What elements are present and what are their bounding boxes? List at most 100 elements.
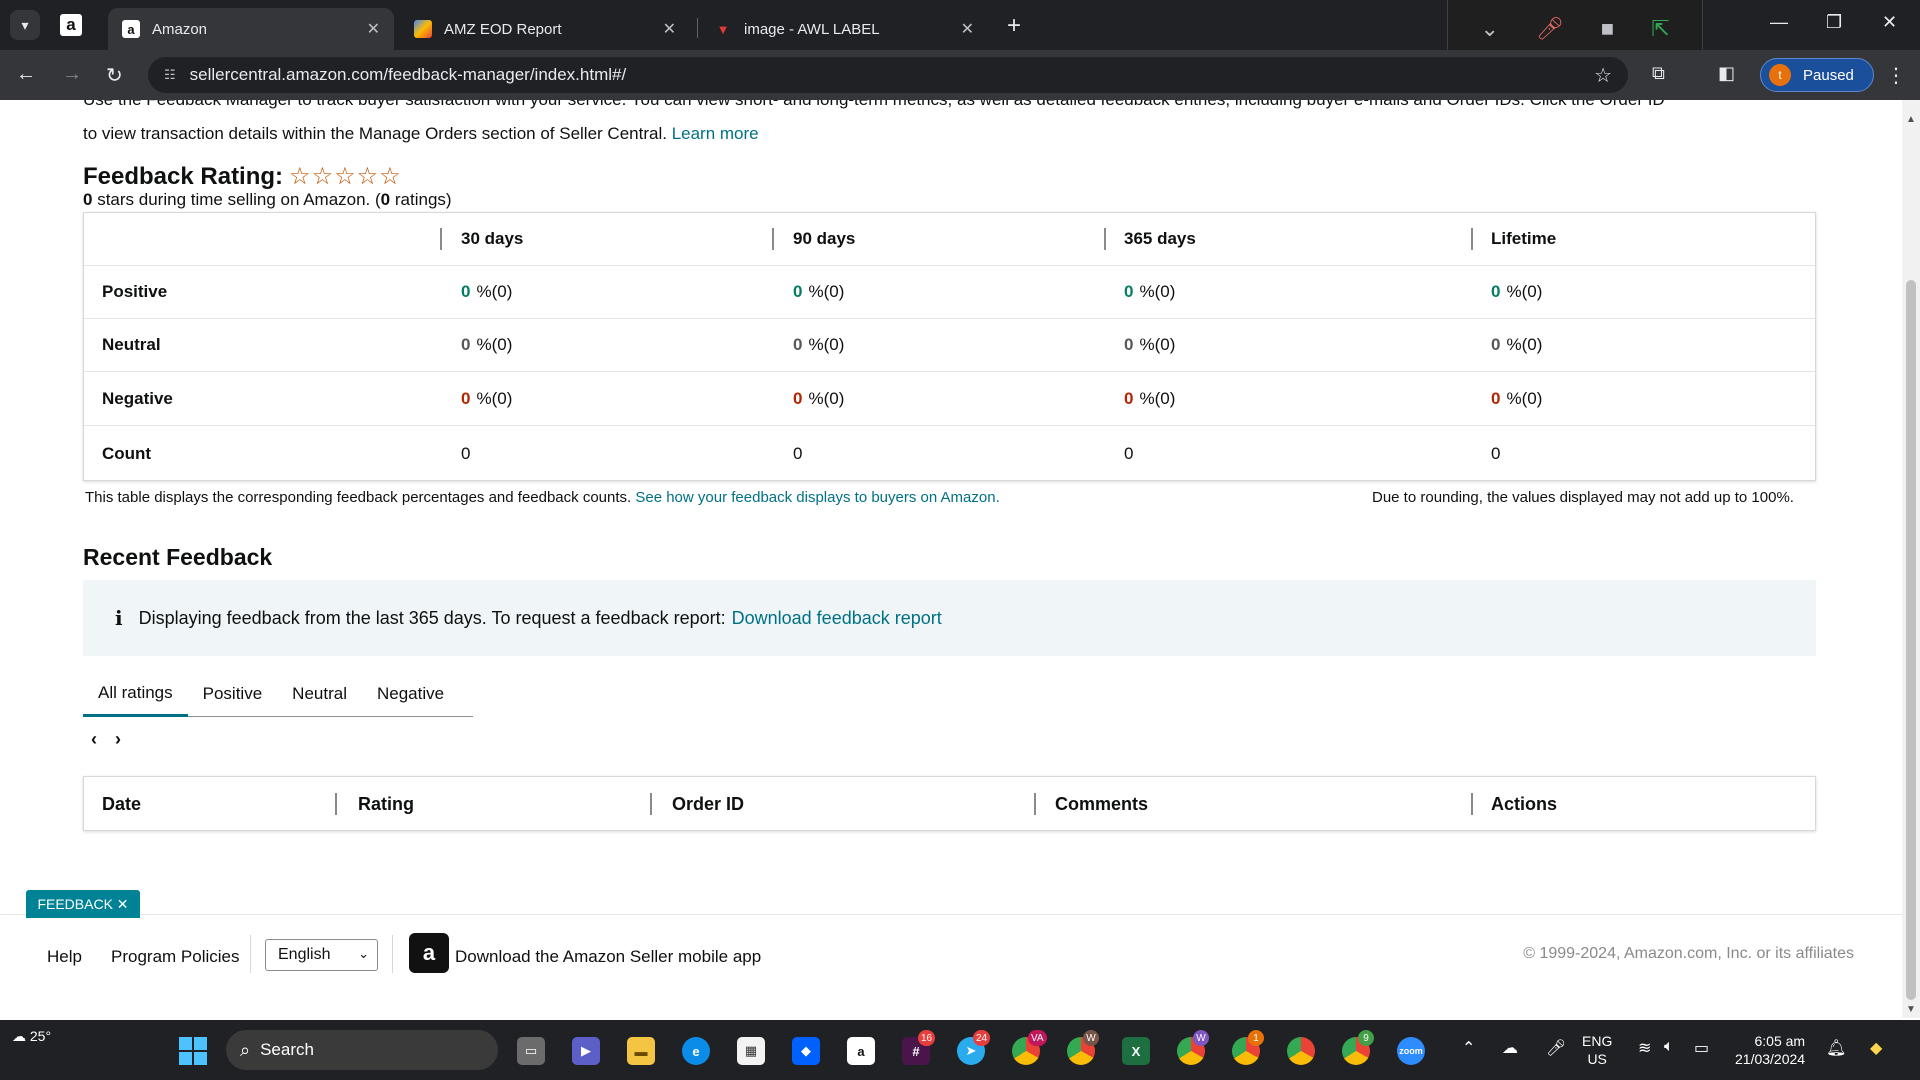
address-bar[interactable]: ☷ sellercentral.amazon.com/feedback-mana… <box>148 57 1628 93</box>
tab-separator <box>697 18 698 38</box>
intro-cut-line: Use the Feedback Manager to track buyer … <box>83 100 1665 111</box>
page-footer: Help Program Policies English ⌄ a Downlo… <box>0 914 1902 1018</box>
feedback-display-link[interactable]: See how your feedback displays to buyers… <box>635 489 999 506</box>
excel-icon[interactable]: X <box>1122 1037 1150 1065</box>
windows-taskbar: ☁ 25° ⌕ Search ▭ ▶ ▬ e ▦ ◆ a # 16 ➤ 24 V… <box>0 1020 1920 1080</box>
tab-amz-eod-report[interactable]: AMZ EOD Report ✕ <box>400 8 690 50</box>
positive-lifetime: 0 %(0) <box>1491 266 1542 318</box>
scroll-up-icon[interactable]: ▲ <box>1906 114 1916 125</box>
open-external-icon[interactable]: ⇱ <box>1651 16 1669 42</box>
taskbar-search-label: Search <box>260 1040 314 1059</box>
weather-widget[interactable]: ☁ 25° <box>12 1028 51 1045</box>
tab-awl-label[interactable]: ▼ image - AWL LABEL ✕ <box>700 8 988 50</box>
percent-value: 0 <box>1491 389 1501 408</box>
pinned-amazon-tab[interactable]: a <box>60 14 82 36</box>
weather-temp: 25° <box>29 1028 52 1044</box>
mic-muted-icon[interactable]: 🎤︎ <box>1536 16 1564 42</box>
teams-icon[interactable]: ▶ <box>572 1037 600 1065</box>
input-language[interactable]: ENG US <box>1582 1032 1612 1068</box>
column-rating[interactable]: Rating <box>358 777 414 832</box>
dropbox-icon[interactable]: ◆ <box>792 1037 820 1065</box>
negative-365-days: 0 %(0) <box>1124 373 1175 425</box>
task-view-icon[interactable]: ▭ <box>517 1037 545 1065</box>
site-info-icon[interactable]: ☷ <box>164 67 176 83</box>
page-scrollbar[interactable]: ▲ ▼ <box>1902 100 1920 1018</box>
zoom-icon[interactable]: zoom <box>1397 1037 1425 1065</box>
notification-bell-icon[interactable]: 🔔︎ <box>1826 1038 1846 1058</box>
feedback-button[interactable]: FEEDBACK ✕ <box>26 890 140 918</box>
amazon-app-icon[interactable]: a <box>847 1037 875 1065</box>
scrollbar-thumb[interactable] <box>1906 280 1916 1000</box>
gmail-favicon-icon: ▼ <box>716 21 730 37</box>
chevron-right-icon[interactable]: › <box>115 729 121 749</box>
copilot-icon[interactable]: ◆ <box>1870 1038 1882 1058</box>
language-select[interactable]: English ⌄ <box>265 939 378 971</box>
column-comments[interactable]: Comments <box>1055 777 1148 832</box>
close-icon[interactable]: ✕ <box>367 19 380 39</box>
pagination: ‹ › <box>91 729 139 750</box>
close-window-button[interactable]: ✕ <box>1882 12 1897 33</box>
bookmark-star-icon[interactable]: ☆ <box>1594 63 1612 88</box>
row-label-positive: Positive <box>102 282 168 301</box>
browser-menu-icon[interactable]: ⋮ <box>1886 63 1906 88</box>
language-value: English <box>278 946 331 963</box>
percent-count: %(0) <box>1139 282 1176 301</box>
cloud-sync-icon[interactable]: ☁ <box>1502 1038 1518 1058</box>
camera-icon[interactable]: ■ <box>1601 16 1614 42</box>
column-order-id[interactable]: Order ID <box>672 777 744 832</box>
percent-count: %(0) <box>1506 335 1543 354</box>
help-link[interactable]: Help <box>47 947 82 967</box>
system-clock[interactable]: 6:05 am 21/03/2024 <box>1735 1032 1805 1068</box>
download-feedback-report-link[interactable]: Download feedback report <box>732 608 942 629</box>
table-note-text: This table displays the corresponding fe… <box>85 489 632 506</box>
tab-neutral[interactable]: Neutral <box>277 671 362 717</box>
ratings-suffix: ratings) <box>394 190 452 209</box>
minimize-button[interactable]: — <box>1770 12 1788 33</box>
column-date[interactable]: Date <box>102 777 141 832</box>
percent-value: 0 <box>1491 282 1501 301</box>
download-app-link[interactable]: Download the Amazon Seller mobile app <box>455 947 761 967</box>
microphone-icon[interactable]: 🎤︎ <box>1546 1038 1566 1058</box>
wifi-icon[interactable]: ≋ <box>1638 1038 1651 1058</box>
side-panel-icon[interactable]: ◧ <box>1718 63 1735 84</box>
extensions-icon[interactable]: ⧉ <box>1652 63 1665 84</box>
tab-all-ratings[interactable]: All ratings <box>83 671 188 717</box>
stars-count: 0 <box>83 190 93 209</box>
clock-date: 21/03/2024 <box>1735 1051 1806 1067</box>
tab-amazon[interactable]: a Amazon ✕ <box>108 8 394 50</box>
chevron-down-icon[interactable]: ⌄ <box>1480 16 1498 42</box>
back-button[interactable]: ← <box>16 63 36 86</box>
neutral-30-days: 0 %(0) <box>461 319 512 371</box>
column-365-days: 365 days <box>1124 229 1196 248</box>
chevron-left-icon[interactable]: ‹ <box>91 729 97 749</box>
start-button[interactable] <box>179 1037 207 1065</box>
close-icon[interactable]: ✕ <box>961 19 974 39</box>
microsoft-store-icon[interactable]: ▦ <box>737 1037 765 1065</box>
tab-negative[interactable]: Negative <box>362 671 459 717</box>
tab-search-button[interactable]: ▾ <box>10 10 40 40</box>
positive-30-days: 0 %(0) <box>461 266 512 318</box>
new-tab-button[interactable]: + <box>1007 12 1021 40</box>
scroll-down-icon[interactable]: ▼ <box>1906 1004 1916 1015</box>
battery-icon[interactable]: ▭ <box>1694 1038 1709 1058</box>
file-explorer-icon[interactable]: ▬ <box>627 1037 655 1065</box>
profile-button[interactable]: t Paused <box>1760 58 1874 92</box>
column-actions[interactable]: Actions <box>1491 777 1557 832</box>
browser-tabstrip: ▾ a a Amazon ✕ AMZ EOD Report ✕ ▼ image … <box>0 0 1920 58</box>
stars-during-text: stars during time selling on Amazon. ( <box>97 190 381 209</box>
restore-button[interactable]: ❐ <box>1826 12 1842 33</box>
tab-positive[interactable]: Positive <box>188 671 278 717</box>
program-policies-link[interactable]: Program Policies <box>111 947 240 967</box>
edge-icon[interactable]: e <box>682 1037 710 1065</box>
chrome-icon[interactable] <box>1287 1037 1315 1065</box>
close-icon[interactable]: ✕ <box>663 19 676 39</box>
forward-button[interactable]: → <box>62 63 82 86</box>
seller-app-icon[interactable]: a <box>409 933 449 973</box>
chevron-up-icon[interactable]: ⌃ <box>1462 1038 1475 1058</box>
percent-value: 0 <box>1491 335 1501 354</box>
volume-icon[interactable]: 🔈︎ <box>1664 1038 1674 1056</box>
count-30-days: 0 <box>461 443 471 463</box>
reload-button[interactable]: ↻ <box>106 63 123 88</box>
learn-more-link[interactable]: Learn more <box>672 124 759 143</box>
taskbar-search[interactable]: ⌕ Search <box>226 1030 498 1070</box>
